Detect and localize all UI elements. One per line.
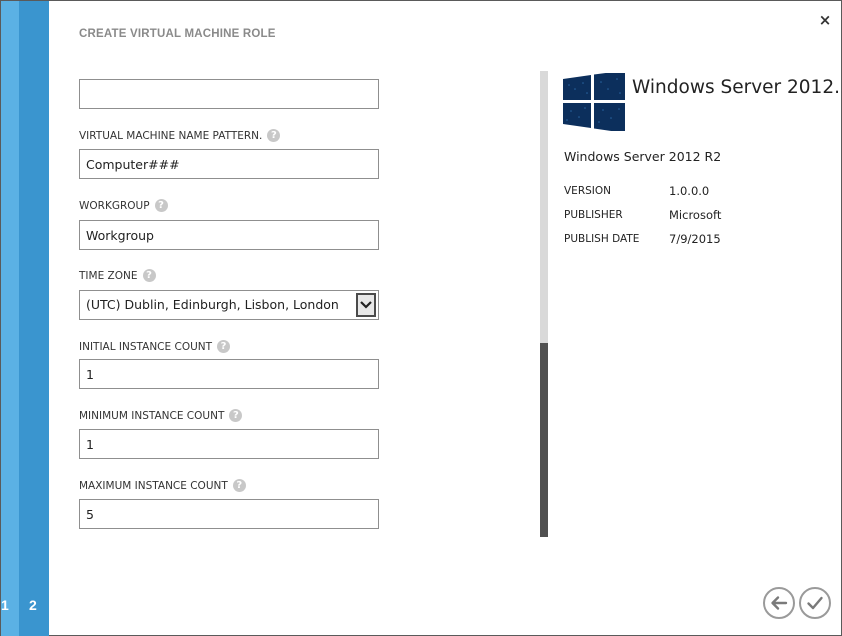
initial-instance-count-label: INITIAL INSTANCE COUNT ?: [79, 340, 231, 353]
step-1-link[interactable]: 1: [1, 597, 9, 613]
arrow-left-icon: [771, 596, 788, 610]
help-icon[interactable]: ?: [267, 129, 281, 142]
time-zone-selected-value: (UTC) Dublin, Edinburgh, Lisbon, London: [86, 297, 339, 312]
publisher-key: PUBLISHER: [564, 209, 623, 221]
help-icon[interactable]: ?: [142, 269, 156, 282]
initial-instance-count-label-text: INITIAL INSTANCE COUNT: [79, 340, 213, 353]
vm-name-pattern-label: VIRTUAL MACHINE NAME PATTERN. ?: [79, 129, 281, 142]
finish-button[interactable]: [799, 587, 831, 619]
publish-date-key: PUBLISH DATE: [564, 233, 640, 245]
help-icon[interactable]: ?: [232, 479, 246, 492]
scrollbar-thumb[interactable]: [540, 343, 548, 537]
maximum-instance-count-label-text: MAXIMUM INSTANCE COUNT: [79, 479, 228, 492]
maximum-instance-count-input[interactable]: [79, 499, 379, 529]
version-key: VERSION: [564, 185, 611, 197]
minimum-instance-count-label-text: MINIMUM INSTANCE COUNT: [79, 409, 225, 422]
form-scrollbar[interactable]: [540, 71, 548, 537]
chevron-down-icon[interactable]: [356, 293, 376, 317]
maximum-instance-count-label: MAXIMUM INSTANCE COUNT ?: [79, 479, 246, 492]
minimum-instance-count-label: MINIMUM INSTANCE COUNT ?: [79, 409, 243, 422]
workgroup-input[interactable]: [79, 220, 379, 250]
dialog-title: CREATE VIRTUAL MACHINE ROLE: [79, 28, 276, 40]
top-field-input[interactable]: [79, 79, 379, 109]
checkmark-icon: [807, 596, 823, 610]
close-icon[interactable]: ×: [818, 12, 832, 28]
workgroup-label-text: WORKGROUP: [79, 199, 150, 212]
workgroup-label: WORKGROUP ?: [79, 199, 168, 212]
version-value: 1.0.0.0: [669, 184, 710, 198]
wizard-step-rail: 1 2: [1, 1, 49, 636]
back-button[interactable]: [763, 587, 795, 619]
step-2-link[interactable]: 2: [29, 597, 37, 613]
gallery-item-subtitle: Windows Server 2012 R2: [564, 149, 722, 164]
help-icon[interactable]: ?: [229, 409, 243, 422]
help-icon[interactable]: ?: [154, 199, 168, 212]
vm-name-pattern-input[interactable]: [79, 149, 379, 179]
dialog-window: 1 2 × CREATE VIRTUAL MACHINE ROLE VIRTUA…: [0, 0, 842, 636]
initial-instance-count-input[interactable]: [79, 359, 379, 389]
publish-date-value: 7/9/2015: [669, 232, 721, 246]
time-zone-label: TIME ZONE ?: [79, 269, 156, 282]
minimum-instance-count-input[interactable]: [79, 429, 379, 459]
publisher-value: Microsoft: [669, 208, 722, 222]
step-rail-light: [1, 1, 19, 636]
step-rail-dark: [19, 1, 49, 636]
gallery-item-name: Windows Server 2012...: [632, 77, 842, 98]
time-zone-select[interactable]: (UTC) Dublin, Edinburgh, Lisbon, London: [79, 290, 379, 320]
time-zone-label-text: TIME ZONE: [79, 269, 138, 282]
vm-name-pattern-label-text: VIRTUAL MACHINE NAME PATTERN.: [79, 129, 263, 142]
windows-logo-icon: [563, 73, 625, 131]
help-icon[interactable]: ?: [217, 340, 231, 353]
